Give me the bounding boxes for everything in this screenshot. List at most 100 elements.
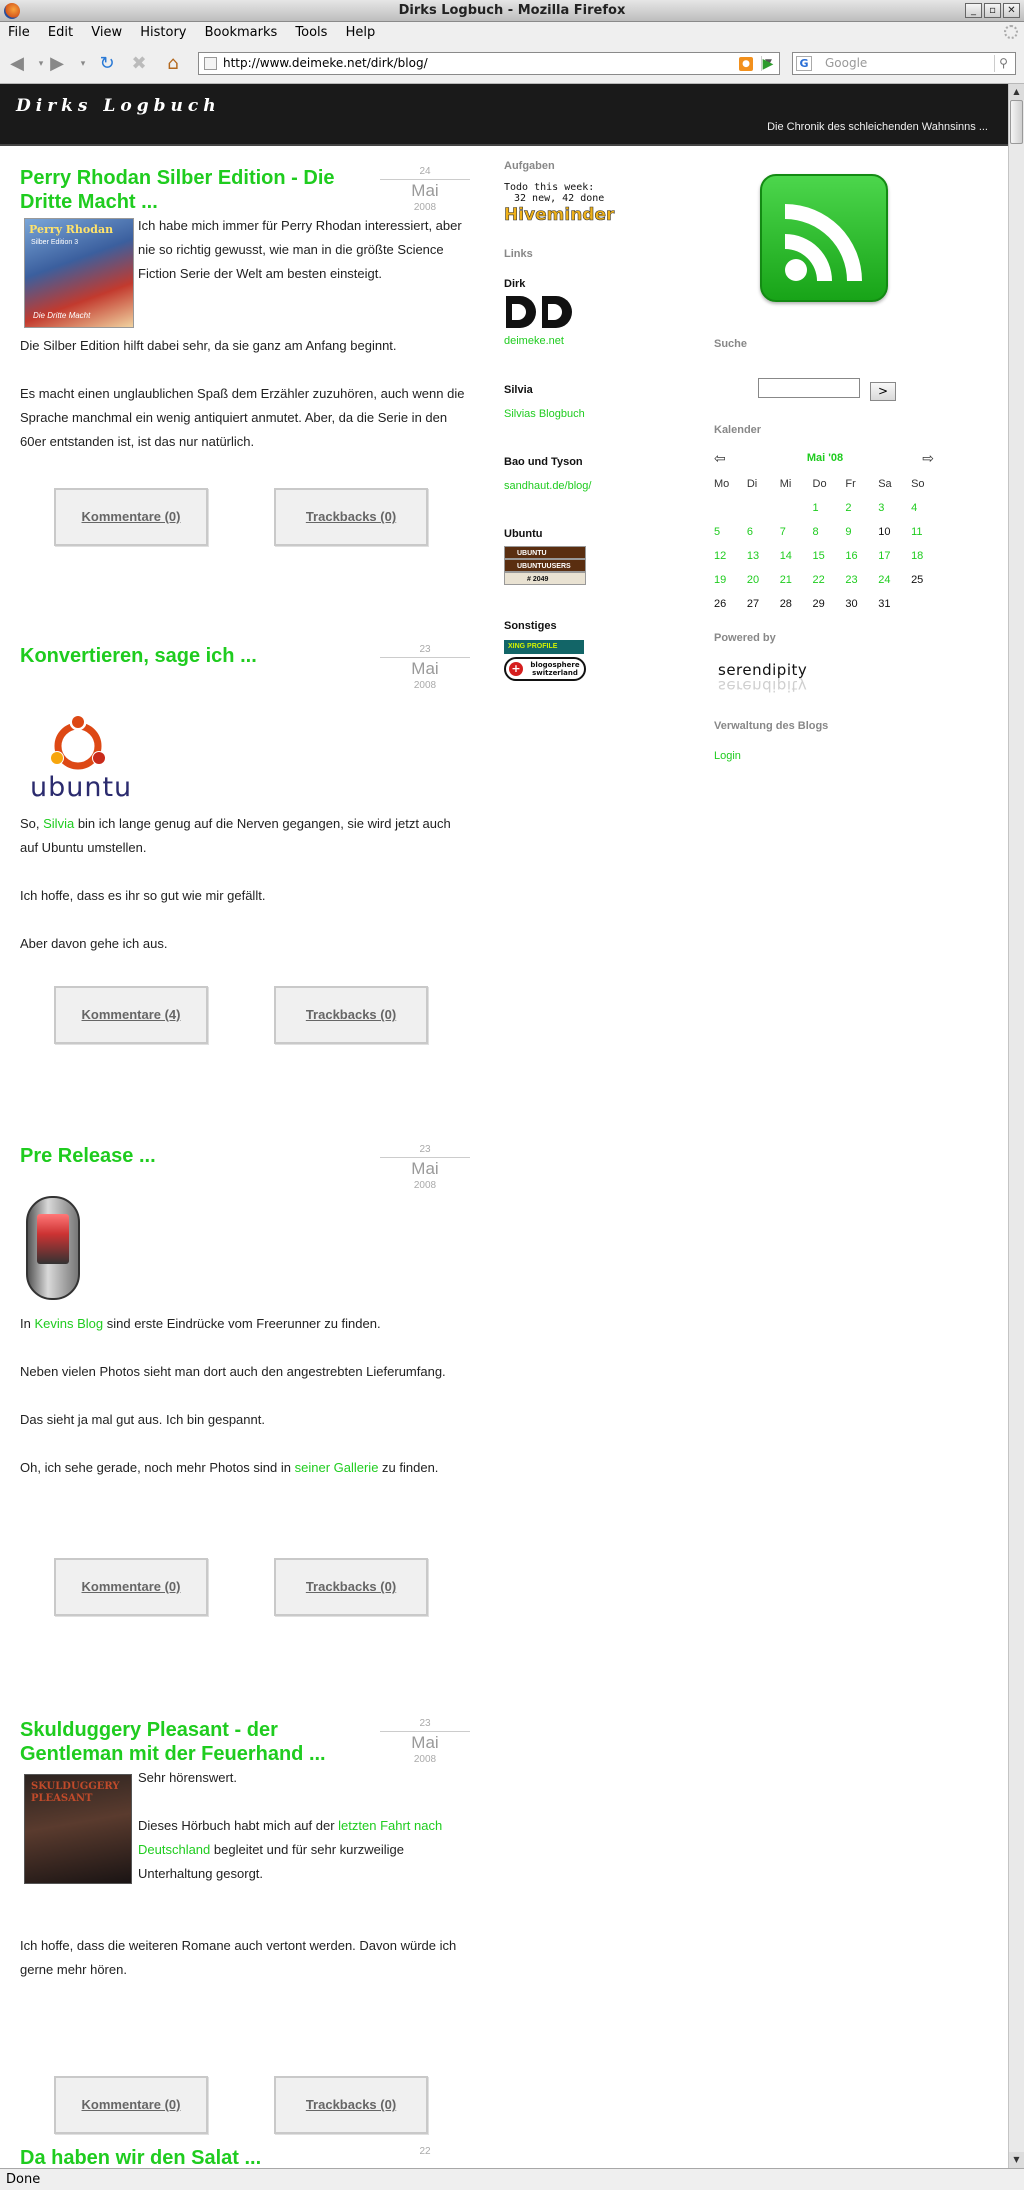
calendar-day[interactable]: 15	[809, 544, 842, 568]
ubuntu-wordmark: ubuntu	[30, 772, 133, 803]
hiveminder-widget[interactable]: Todo this week: 32 new, 42 done Hivemind…	[504, 182, 634, 236]
entry-title[interactable]: Pre Release ...	[20, 1144, 360, 1168]
deimeke-link[interactable]: deimeke.net	[504, 335, 564, 347]
deimeke-logo[interactable]	[504, 294, 578, 330]
scroll-down-arrow-icon[interactable]: ▼	[1009, 2152, 1024, 2168]
calendar-day[interactable]: 7	[776, 520, 809, 544]
minimize-button[interactable]: _	[965, 3, 982, 18]
sidebar-heading-ubuntu: Ubuntu	[504, 528, 543, 540]
blog-title[interactable]: Dirks Logbuch	[16, 96, 221, 116]
blog-subtitle: Die Chronik des schleichenden Wahnsinns …	[767, 121, 988, 133]
comments-button[interactable]: Kommentare (0)	[54, 2076, 208, 2134]
page-viewport: Dirks Logbuch Die Chronik des schleichen…	[0, 84, 1008, 2168]
calendar-day[interactable]: 17	[874, 544, 907, 568]
calendar-month[interactable]: Mai '08	[710, 452, 940, 464]
calendar-day	[710, 496, 743, 520]
menu-view[interactable]: View	[91, 25, 122, 40]
calendar-day[interactable]: 1	[809, 496, 842, 520]
entry-text: Die Silber Edition hilft dabei sehr, da …	[20, 338, 465, 449]
sidebar-heading-aufgaben: Aufgaben	[504, 160, 555, 172]
search-placeholder: Google	[825, 56, 868, 70]
forward-history-dropdown-icon[interactable]: ▾	[72, 53, 94, 75]
calendar-day[interactable]: 11	[907, 520, 940, 544]
entry-date: 23 Mai 2008	[380, 1718, 470, 1767]
calendar-day[interactable]: 19	[710, 568, 743, 592]
calendar-day: 30	[845, 598, 858, 610]
blog-entry: Skulduggery Pleasant - der Gentleman mit…	[20, 1718, 470, 2134]
comments-button[interactable]: Kommentare (0)	[54, 1558, 208, 1616]
menu-tools[interactable]: Tools	[295, 25, 327, 40]
serendipity-logo[interactable]: serendipity serendipity	[718, 662, 828, 698]
comments-button[interactable]: Kommentare (0)	[54, 488, 208, 546]
forward-arrow-icon[interactable]: ▶	[46, 53, 68, 75]
rss-feed-icon[interactable]	[760, 174, 888, 302]
calendar-day[interactable]: 24	[874, 568, 907, 592]
calendar-day[interactable]: 3	[874, 496, 907, 520]
google-engine-icon[interactable]: G	[796, 56, 812, 71]
scrollbar-thumb[interactable]	[1010, 100, 1023, 144]
calendar-day[interactable]: 22	[809, 568, 842, 592]
menu-bookmarks[interactable]: Bookmarks	[205, 25, 278, 40]
trackbacks-button[interactable]: Trackbacks (0)	[274, 2076, 428, 2134]
trackbacks-button[interactable]: Trackbacks (0)	[274, 1558, 428, 1616]
calendar-day[interactable]: 5	[710, 520, 743, 544]
url-input[interactable]: http://www.deimeke.net/dirk/blog/ ● ▼	[198, 52, 780, 75]
silvias-blogbuch-link[interactable]: Silvias Blogbuch	[504, 408, 585, 420]
blogosphere-switzerland-badge[interactable]: + blogosphere switzerland	[504, 657, 586, 681]
calendar-day[interactable]: 23	[841, 568, 874, 592]
menu-edit[interactable]: Edit	[48, 25, 73, 40]
blog-search-input[interactable]	[758, 378, 860, 398]
reload-icon[interactable]: ↻	[96, 53, 118, 75]
calendar-day[interactable]: 14	[776, 544, 809, 568]
blog-entry: Da haben wir den Salat ... 22	[20, 2146, 470, 2168]
calendar-day: 29	[812, 598, 825, 610]
scroll-up-arrow-icon[interactable]: ▲	[1009, 84, 1024, 100]
entry-title[interactable]: Perry Rhodan Silber Edition - Die Dritte…	[20, 166, 360, 214]
calendar-day: 26	[714, 598, 727, 610]
calendar-day[interactable]: 12	[710, 544, 743, 568]
silvia-link[interactable]: Silvia	[43, 816, 74, 831]
sidebar-heading-sonstiges: Sonstiges	[504, 620, 557, 632]
calendar-day[interactable]: 2	[841, 496, 874, 520]
window-titlebar: Dirks Logbuch - Mozilla Firefox _ ▫ ✕	[0, 0, 1024, 22]
xing-profile-badge[interactable]: XING PROFILE	[504, 640, 584, 654]
calendar-day[interactable]: 13	[743, 544, 776, 568]
trackbacks-button[interactable]: Trackbacks (0)	[274, 488, 428, 546]
feed-icon[interactable]: ●	[739, 57, 753, 71]
menu-history[interactable]: History	[140, 25, 186, 40]
menu-file[interactable]: File	[8, 25, 30, 40]
vertical-scrollbar[interactable]: ▲ ▼	[1008, 84, 1024, 2168]
go-button[interactable]: ▶	[758, 54, 778, 74]
calendar-day[interactable]: 6	[743, 520, 776, 544]
home-icon[interactable]: ⌂	[162, 53, 184, 75]
blog-search-button[interactable]: >	[870, 382, 896, 401]
calendar-day[interactable]: 8	[809, 520, 842, 544]
search-icon[interactable]: ⚲	[994, 55, 1012, 72]
search-input[interactable]: G Google ⚲	[792, 52, 1016, 75]
calendar-day[interactable]: 16	[841, 544, 874, 568]
link-label-dirk: Dirk	[504, 278, 526, 290]
gallerie-link[interactable]: seiner Gallerie	[295, 1460, 379, 1475]
calendar-day[interactable]: 21	[776, 568, 809, 592]
trackbacks-button[interactable]: Trackbacks (0)	[274, 986, 428, 1044]
stop-icon[interactable]: ✖	[128, 53, 150, 75]
login-link[interactable]: Login	[714, 750, 741, 762]
close-button[interactable]: ✕	[1003, 3, 1020, 18]
menu-help[interactable]: Help	[346, 25, 376, 40]
url-text: http://www.deimeke.net/dirk/blog/	[223, 56, 428, 70]
calendar-next-arrow-icon[interactable]: ⇨	[922, 450, 934, 467]
entry-title[interactable]: Konvertieren, sage ich ...	[20, 644, 360, 668]
sandhaut-link[interactable]: sandhaut.de/blog/	[504, 480, 591, 492]
kevins-blog-link[interactable]: Kevins Blog	[34, 1316, 103, 1331]
entry-title[interactable]: Skulduggery Pleasant - der Gentleman mit…	[20, 1718, 360, 1766]
calendar-day[interactable]: 20	[743, 568, 776, 592]
back-arrow-icon[interactable]: ◀	[6, 53, 28, 75]
calendar-day[interactable]: 18	[907, 544, 940, 568]
ubuntu-badges[interactable]: UBUNTU UBUNTUUSERS # 2049	[504, 546, 586, 585]
calendar-day[interactable]: 9	[841, 520, 874, 544]
calendar-day[interactable]: 4	[907, 496, 940, 520]
status-text: Done	[6, 2172, 41, 2187]
entry-title[interactable]: Da haben wir den Salat ...	[20, 2146, 360, 2168]
maximize-button[interactable]: ▫	[984, 3, 1001, 18]
comments-button[interactable]: Kommentare (4)	[54, 986, 208, 1044]
